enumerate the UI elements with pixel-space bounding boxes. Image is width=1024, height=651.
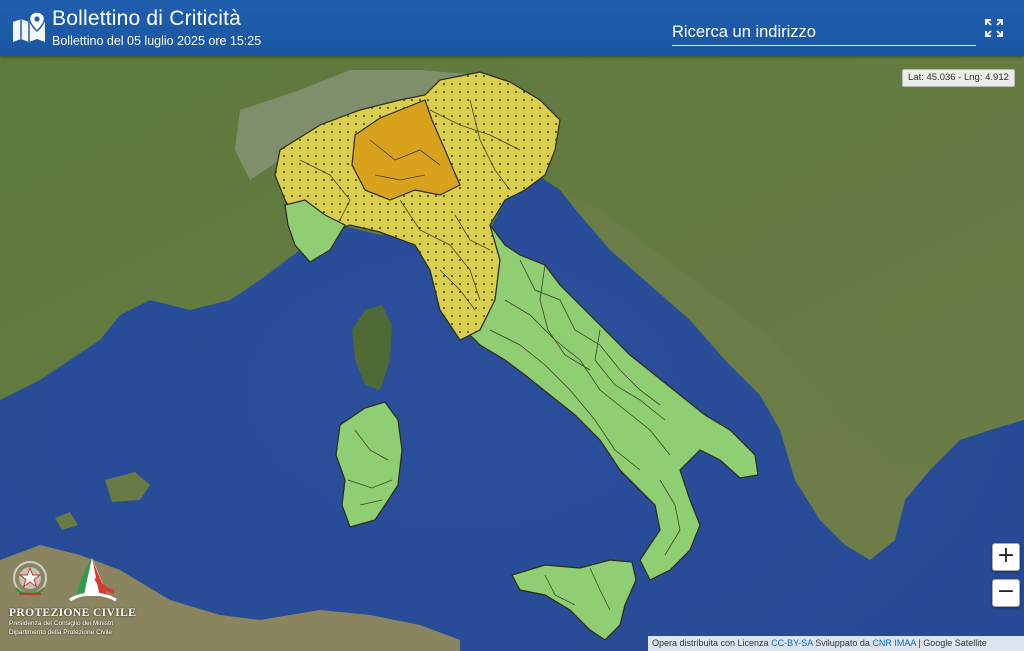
italian-emblem-icon bbox=[13, 561, 47, 596]
map-pin-icon bbox=[13, 11, 46, 42]
coordinates-readout: Lat: 45.036 - Lng: 4.912 bbox=[902, 69, 1015, 87]
address-search-input[interactable] bbox=[672, 19, 976, 46]
map-attribution: Opera distribuita con Licenza CC-BY-SA S… bbox=[648, 636, 1024, 651]
basemap-label: Google Satellite bbox=[923, 638, 987, 648]
license-link[interactable]: CC-BY-SA bbox=[771, 638, 813, 648]
satellite-map[interactable] bbox=[0, 0, 1024, 651]
fullscreen-icon[interactable] bbox=[984, 18, 1004, 38]
developer-link[interactable]: CNR IMAA bbox=[872, 638, 916, 648]
header-bar: Bollettino di Criticità Bollettino del 0… bbox=[0, 0, 1024, 56]
attribution-prefix: Opera distribuita con Licenza bbox=[652, 638, 769, 648]
protezione-civile-triangle-icon bbox=[69, 558, 117, 602]
attribution-middle: Sviluppato da bbox=[815, 638, 870, 648]
bulletin-date: Bollettino del 05 luglio 2025 ore 15:25 bbox=[52, 34, 262, 48]
org-subtitle-1: Presidenza del Consiglio dei Ministri bbox=[9, 620, 114, 627]
org-name: PROTEZIONE CIVILE bbox=[9, 607, 137, 619]
attribution-separator: | bbox=[918, 638, 921, 648]
org-subtitle-2: Dipartimento della Protezione Civile bbox=[9, 629, 112, 636]
page-title: Bollettino di Criticità bbox=[52, 7, 242, 30]
zoom-in-button[interactable]: + bbox=[992, 543, 1020, 571]
protezione-civile-logo: PROTEZIONE CIVILE Presidenza del Consigl… bbox=[6, 556, 136, 646]
zoom-out-button[interactable]: − bbox=[992, 579, 1020, 607]
